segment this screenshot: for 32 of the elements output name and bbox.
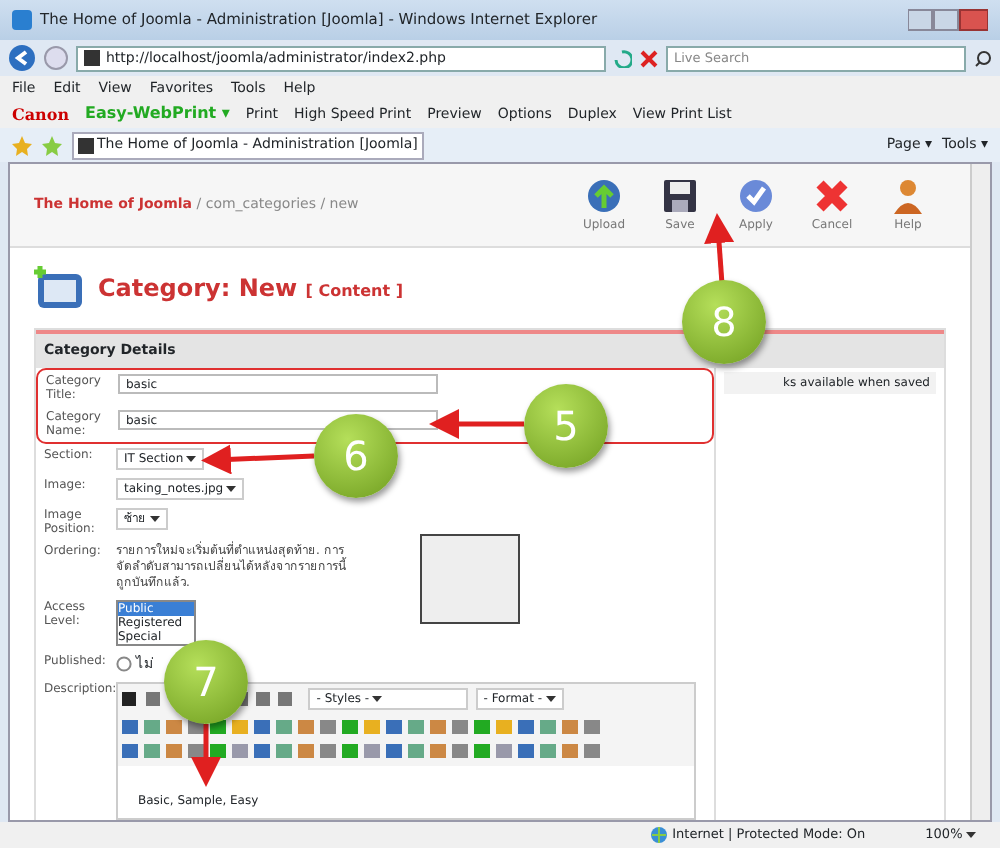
image-preview	[420, 534, 520, 624]
caret-icon	[372, 695, 383, 702]
caret-icon	[226, 485, 237, 491]
caret-icon	[545, 695, 556, 702]
site-icon	[84, 50, 100, 66]
brand-logo: Canon	[12, 102, 70, 126]
person-icon	[888, 176, 928, 216]
caret-icon	[186, 455, 197, 461]
forward-icon[interactable]	[44, 46, 68, 70]
caret-icon	[149, 515, 160, 521]
site-icon	[77, 137, 94, 153]
back-icon[interactable]	[8, 44, 36, 72]
upload-icon	[584, 176, 624, 216]
category-folder-icon	[34, 264, 86, 312]
scrollbar[interactable]	[970, 164, 990, 820]
annotation-arrow	[191, 724, 221, 787]
close-icon	[812, 176, 852, 216]
checkmark-icon	[736, 176, 776, 216]
radio-button[interactable]	[116, 655, 132, 672]
browser-icon	[12, 10, 32, 30]
annotation-arrow	[201, 444, 315, 475]
page-heading: Category: New [ Content ]	[98, 272, 403, 306]
caret-icon	[966, 832, 976, 838]
refresh-icon[interactable]	[614, 49, 632, 67]
close-icon[interactable]	[640, 49, 658, 67]
favorites-star-icon[interactable]	[12, 135, 32, 155]
annotation-arrow	[704, 213, 735, 285]
globe-icon	[650, 826, 669, 844]
window-controls-drawing	[908, 8, 988, 32]
annotation-arrow	[429, 409, 524, 439]
add-favorite-icon[interactable]	[42, 135, 62, 155]
search-icon[interactable]	[974, 49, 992, 67]
